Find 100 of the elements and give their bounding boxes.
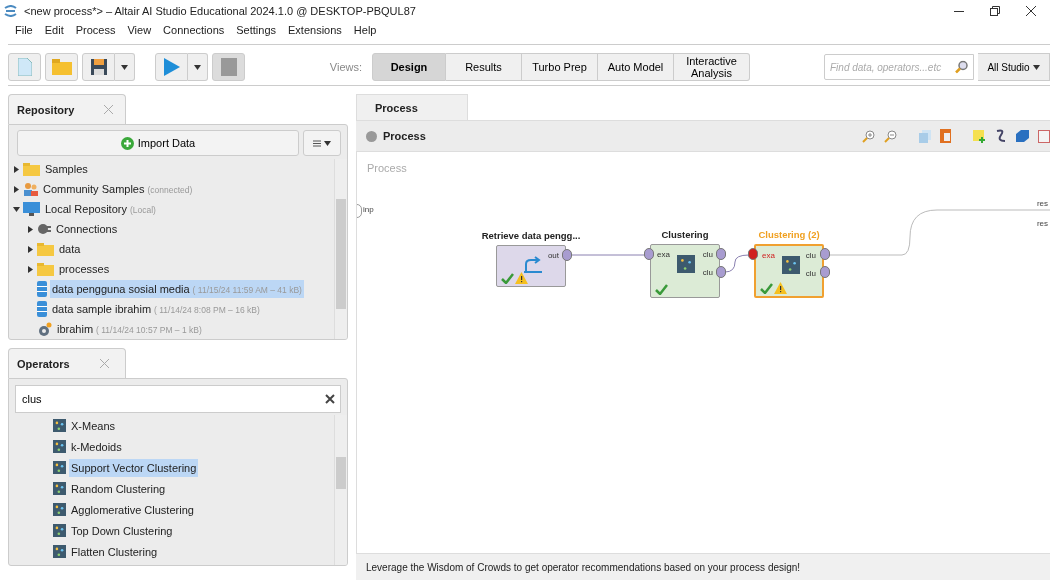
- run-menu-button[interactable]: [188, 53, 208, 81]
- plus-icon: [120, 136, 134, 150]
- operator-item[interactable]: Flatten Clustering: [69, 542, 160, 561]
- retrieve-icon: [523, 256, 543, 274]
- operator-item[interactable]: k-Medoids: [69, 437, 124, 456]
- process-tab[interactable]: Process: [375, 101, 418, 114]
- item-name: ibrahim: [57, 323, 94, 335]
- menu-item[interactable]: Settings: [236, 24, 276, 36]
- operator-item[interactable]: Top Down Clustering: [69, 521, 175, 540]
- tree-item[interactable]: data pengguna sosial media ( 11/15/24 11:59 AM – 41 kB): [50, 280, 304, 298]
- output-port[interactable]: [716, 266, 726, 278]
- caret-icon: [1032, 63, 1040, 71]
- caret-icon: [27, 245, 34, 253]
- view-tab[interactable]: Results: [446, 53, 522, 81]
- output-port[interactable]: [820, 248, 830, 260]
- scrollbar-thumb[interactable]: [336, 457, 346, 489]
- zoom-out-icon: [884, 129, 897, 143]
- restore-icon: [990, 6, 1000, 16]
- input-port[interactable]: [748, 248, 758, 260]
- operator-item[interactable]: Random Clustering: [69, 479, 168, 498]
- menu-item[interactable]: File: [15, 24, 33, 36]
- monitor-icon: [23, 202, 40, 216]
- expand-toggle[interactable]: [13, 205, 20, 213]
- cluster-icon: [53, 524, 66, 537]
- caret-icon: [27, 265, 34, 273]
- tree-item[interactable]: Local Repository (Local): [43, 200, 158, 218]
- tree-item[interactable]: Community Samples (connected): [41, 180, 195, 198]
- restore-button[interactable]: [990, 6, 1000, 16]
- tree-item[interactable]: data sample ibrahim ( 11/14/24 8:08 PM – 16 kB): [50, 300, 262, 318]
- operator-node[interactable]: exa clu clu: [754, 244, 824, 298]
- process-circle-icon: [366, 130, 377, 142]
- menu-item[interactable]: Process: [75, 24, 116, 36]
- scope-dropdown[interactable]: All Studio: [978, 53, 1050, 81]
- panel-tab[interactable]: Operators: [17, 357, 70, 370]
- menu-item[interactable]: Edit: [44, 24, 64, 36]
- cube-icon: [1016, 130, 1029, 142]
- menu-item[interactable]: Extensions: [288, 24, 342, 36]
- port-label: out: [547, 251, 559, 260]
- operator-item[interactable]: Agglomerative Clustering: [69, 500, 196, 519]
- port-label: clu: [702, 268, 713, 277]
- clipboard-icon: [940, 129, 951, 143]
- menu-icon: [313, 139, 321, 147]
- item-meta: (connected): [147, 185, 193, 195]
- import-data-button[interactable]: Import Data: [17, 130, 299, 156]
- database-icon: [37, 281, 47, 297]
- cluster-icon: [53, 545, 66, 558]
- cluster-icon: [677, 255, 695, 273]
- play-icon: [163, 58, 180, 76]
- menu-item[interactable]: Help: [353, 24, 377, 36]
- view-tab[interactable]: Auto Model: [598, 53, 674, 81]
- expand-toggle[interactable]: [13, 165, 20, 173]
- menu-item[interactable]: View: [127, 24, 152, 36]
- close-icon: [1026, 6, 1036, 16]
- port-label: exa: [762, 251, 775, 260]
- operator-node[interactable]: out: [496, 245, 566, 287]
- expand-toggle[interactable]: [27, 225, 34, 233]
- folder-icon: [23, 162, 40, 176]
- view-tab[interactable]: Design: [372, 53, 446, 81]
- operator-item[interactable]: Support Vector Clustering: [69, 458, 199, 477]
- save-button[interactable]: [82, 53, 115, 81]
- close-button[interactable]: [1026, 6, 1036, 16]
- item-name: data pengguna sosial media: [52, 283, 190, 295]
- scrollbar[interactable]: [334, 159, 347, 339]
- view-tab[interactable]: Turbo Prep: [522, 53, 598, 81]
- cluster-icon: [782, 256, 800, 274]
- save-menu-button[interactable]: [115, 53, 135, 81]
- scrollbar-thumb[interactable]: [336, 199, 346, 309]
- item-name: Local Repository: [45, 203, 127, 215]
- warning-icon: [515, 272, 528, 284]
- canvas-label: Process: [367, 162, 407, 174]
- check-icon: [655, 284, 668, 295]
- expand-toggle[interactable]: [13, 185, 20, 193]
- expand-toggle[interactable]: [27, 245, 34, 253]
- view-tab[interactable]: Interactive Analysis: [674, 53, 750, 81]
- breadcrumb[interactable]: Process: [383, 130, 426, 142]
- scrollbar[interactable]: [334, 415, 347, 565]
- output-port[interactable]: [562, 249, 572, 261]
- operator-node[interactable]: exa clu clu: [650, 244, 720, 298]
- expand-toggle[interactable]: [27, 265, 34, 273]
- search-field[interactable]: Find data, operators...etc: [824, 54, 974, 80]
- gear-icon: [37, 321, 52, 337]
- output-port[interactable]: [716, 248, 726, 260]
- people-icon: [23, 182, 38, 196]
- operator-title: Clustering (2): [757, 229, 821, 240]
- port-label: clu: [805, 251, 816, 260]
- process-canvas[interactable]: Process inp res res Retrieve data pengg... out Clustering exa clu clu Clustering (2) exa clu clu: [356, 152, 1050, 553]
- operator-item[interactable]: X-Means: [69, 416, 118, 435]
- clear-icon: [325, 394, 335, 404]
- caret-icon: [13, 205, 20, 213]
- folder-icon: [37, 262, 54, 276]
- database-icon: [37, 301, 47, 317]
- operator-search-field[interactable]: clus: [15, 385, 341, 413]
- menu-button[interactable]: [303, 130, 341, 156]
- input-port[interactable]: [644, 248, 654, 260]
- menu-item[interactable]: Connections: [163, 24, 225, 36]
- output-port[interactable]: [820, 266, 830, 278]
- tree-item[interactable]: ibrahim ( 11/14/24 10:57 PM – 1 kB): [55, 320, 204, 338]
- port-label: res: [1036, 199, 1048, 208]
- item-meta: ( 11/15/24 11:59 AM – 41 kB): [192, 285, 302, 295]
- caret-icon: [13, 185, 20, 193]
